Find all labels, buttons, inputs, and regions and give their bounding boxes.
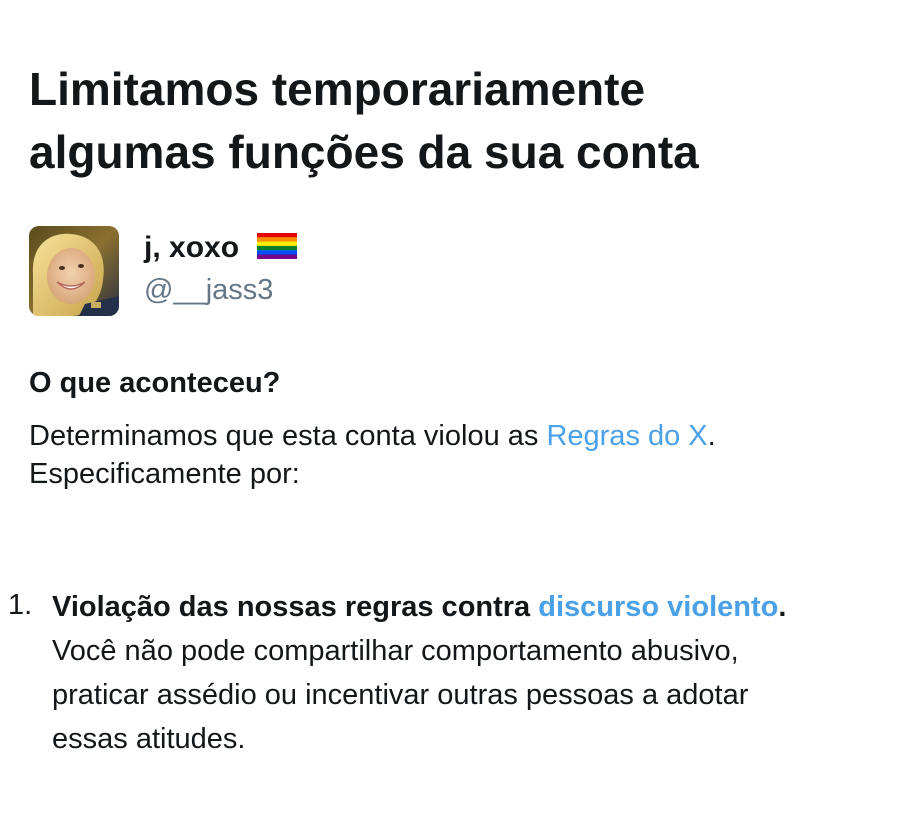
rainbow-flag-icon [257,233,298,260]
violent-speech-link[interactable]: discurso violento [538,591,778,623]
rules-link[interactable]: Regras do X [546,420,707,452]
display-name[interactable]: j, xoxo [144,230,298,266]
avatar[interactable] [29,226,119,316]
violation-detail-line-3: essas atitudes. [52,723,246,755]
violation-heading-text: Violação das nossas regras contra [52,591,539,623]
list-item-body: Violação das nossas regras contra discur… [52,585,912,761]
display-name-text: j, xoxo [144,231,240,264]
violation-detail-line-2: praticar assédio ou incentivar outras pe… [52,679,749,711]
what-happened-heading: O que aconteceu? [29,367,281,399]
violation-heading-period: . [778,591,787,623]
account-handle[interactable]: @__jass3 [144,272,273,308]
profile-photo-icon [29,226,119,316]
violation-heading: Violação das nossas regras contra discur… [52,591,786,623]
page-title-line-1: Limitamos temporariamente [29,63,646,115]
violation-description: Determinamos que esta conta violou as Re… [29,417,889,493]
description-line-2: Especificamente por: [29,458,300,490]
description-text: Determinamos que esta conta violou as [29,420,547,452]
page-title-line-2: algumas funções da sua conta [29,126,699,178]
account-card: j, xoxo @__jass3 [29,226,529,318]
page-title: Limitamos temporariamente algumas funçõe… [29,58,889,184]
description-period: . [707,420,716,452]
violation-detail-line-1: Você não pode compartilhar comportamento… [52,635,739,667]
list-item-number: 1. [8,589,33,621]
